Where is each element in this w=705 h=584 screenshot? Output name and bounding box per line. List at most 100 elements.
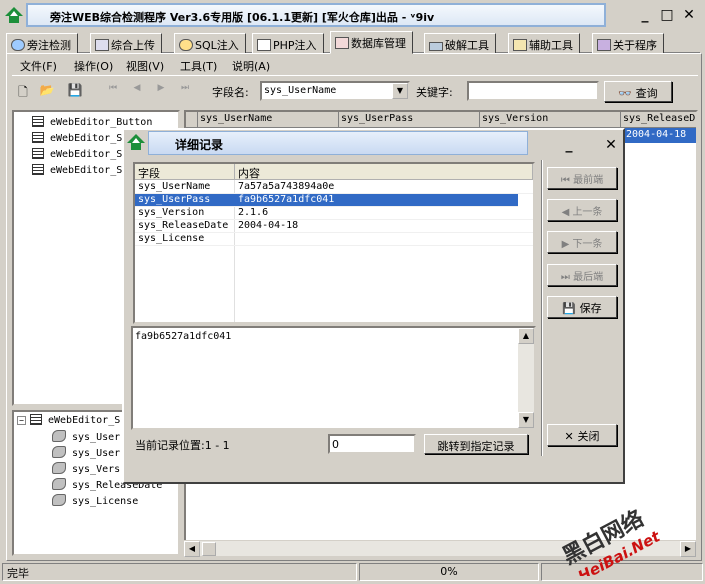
table-icon <box>32 164 44 175</box>
prev-record-button[interactable]: ◀ 上一条 <box>547 199 617 221</box>
collapse-icon[interactable]: − <box>17 416 26 425</box>
next-record-button[interactable]: ▶ 下一条 <box>547 231 617 253</box>
maximize-button[interactable]: □ <box>656 5 678 25</box>
tree-root-item[interactable]: − eWebEditor_S <box>17 414 120 426</box>
prev-record-icon[interactable]: ◀ <box>128 83 146 99</box>
value-memo[interactable]: fa9b6527a1dfc041 <box>131 326 536 430</box>
tree-label: eWebEditor_Button <box>50 117 153 128</box>
table-row[interactable]: sys_UserName 7a57a5a743894a0e <box>135 181 533 194</box>
grid-cell[interactable]: 2004-04-18 <box>624 128 696 143</box>
new-file-icon[interactable]: 🗋 <box>14 83 32 99</box>
button-label: 最前端 <box>573 175 604 186</box>
menu-help[interactable]: 说明(A) <box>232 58 270 74</box>
keyword-input[interactable] <box>467 81 599 101</box>
tab-database-manager[interactable]: 数据库管理 <box>330 31 413 54</box>
binoculars-icon: 👓 <box>618 87 633 100</box>
keyword-label: 关键字: <box>416 86 453 99</box>
menu-tools[interactable]: 工具(T) <box>180 58 217 74</box>
grid-row-indicator <box>186 112 198 128</box>
tree-table-item[interactable]: eWebEditor_S <box>32 164 122 176</box>
menu-file[interactable]: 文件(F) <box>20 58 57 74</box>
main-tabs: 旁注检测 综合上传 SQL注入 PHP注入 数据库管理 破解工具 辅助工具 关于… <box>6 31 700 54</box>
dialog-minimize-button[interactable]: _ <box>558 135 580 155</box>
table-icon <box>32 132 44 143</box>
first-record-button[interactable]: ⏮ 最前端 <box>547 167 617 189</box>
tree-field-item[interactable]: sys_Vers <box>52 462 120 475</box>
database-icon <box>335 37 349 49</box>
heibai-watermark-logo: 黑白网络 HeiBai.Net <box>558 506 663 576</box>
row-field: sys_UserPass <box>138 194 211 205</box>
scroll-down-icon[interactable]: ▼ <box>518 412 534 428</box>
dialog-close-button[interactable]: ✕ <box>600 135 622 155</box>
save-button[interactable]: 💾 保存 <box>547 296 617 318</box>
jump-record-input[interactable]: 0 <box>328 434 416 454</box>
field-icon <box>52 430 66 442</box>
button-label: 下一条 <box>572 239 603 250</box>
query-button[interactable]: 👓 查询 <box>604 81 672 102</box>
first-record-icon: ⏮ <box>560 175 574 186</box>
scroll-up-icon[interactable]: ▲ <box>518 328 534 344</box>
menu-bar: 文件(F) 操作(O) 视图(V) 工具(T) 说明(A) <box>12 56 698 76</box>
next-record-icon: ▶ <box>561 239 573 250</box>
jump-record-button[interactable]: 跳转到指定记录 <box>424 434 528 454</box>
table-row[interactable]: sys_Version 2.1.6 <box>135 207 533 220</box>
save-disk-icon[interactable]: 💾 <box>66 83 84 99</box>
tree-table-item[interactable]: eWebEditor_Button <box>32 116 152 128</box>
tree-label: sys_User <box>72 432 121 443</box>
row-field: sys_UserName <box>138 181 211 192</box>
memo-scrollbar[interactable]: ▲ ▼ <box>518 328 534 428</box>
tree-table-item[interactable]: eWebEditor_S <box>32 132 122 144</box>
menu-operate[interactable]: 操作(O) <box>74 58 113 74</box>
next-record-icon[interactable]: ▶ <box>152 83 170 99</box>
menu-view[interactable]: 视图(V) <box>126 58 164 74</box>
first-record-icon[interactable]: ⏮ <box>104 83 122 99</box>
tab-label: SQL注入 <box>195 39 239 52</box>
tab-php-injection[interactable]: PHP注入 <box>252 33 324 53</box>
prev-record-icon: ◀ <box>561 207 573 218</box>
grid-column-header[interactable]: sys_ReleaseD <box>621 112 696 128</box>
column-header-field[interactable]: 字段 <box>135 164 235 180</box>
php-page-icon <box>257 39 271 51</box>
globe-search-icon <box>11 39 25 51</box>
table-row[interactable]: sys_License <box>135 233 533 246</box>
grid-column-header[interactable]: sys_UserPass <box>339 112 480 128</box>
button-label: 最后端 <box>573 272 604 283</box>
grid-column-header[interactable]: sys_Version <box>480 112 621 128</box>
app-logo-icon <box>127 134 145 150</box>
scroll-left-icon[interactable]: ◀ <box>184 541 200 557</box>
tab-aux-tools[interactable]: 辅助工具 <box>508 33 580 53</box>
last-record-icon[interactable]: ⏭ <box>176 83 194 99</box>
tab-label: PHP注入 <box>273 39 317 52</box>
tree-field-item[interactable]: sys_License <box>52 494 138 507</box>
tree-field-item[interactable]: sys_User <box>52 430 120 443</box>
field-name-select[interactable]: sys_UserName <box>260 81 410 101</box>
scroll-thumb[interactable] <box>202 542 216 556</box>
clipboard-icon <box>513 39 527 51</box>
button-label: 关闭 <box>577 430 600 443</box>
table-row-selected[interactable]: sys_UserPass fa9b6527a1dfc041 <box>135 194 518 207</box>
open-folder-icon[interactable]: 📂 <box>38 83 56 99</box>
field-icon <box>52 494 66 506</box>
tab-upload[interactable]: 综合上传 <box>90 33 162 53</box>
table-icon <box>32 148 44 159</box>
tree-field-item[interactable]: sys_User <box>52 446 120 459</box>
tree-label: sys_License <box>72 496 139 507</box>
chevron-down-icon[interactable]: ▼ <box>392 83 408 99</box>
tab-about[interactable]: 关于程序 <box>592 33 664 53</box>
tab-crack-tools[interactable]: 破解工具 <box>424 33 496 53</box>
status-progress: 0% <box>359 563 539 581</box>
tab-sql-injection[interactable]: SQL注入 <box>174 33 246 53</box>
close-dialog-button[interactable]: ✕ 关闭 <box>547 424 617 446</box>
tree-table-item[interactable]: eWebEditor_S <box>32 148 122 160</box>
grid-column-header[interactable]: sys_UserName <box>198 112 339 128</box>
button-label: 保存 <box>579 302 602 315</box>
field-icon <box>52 446 66 458</box>
minimize-button[interactable]: _ <box>634 5 656 25</box>
table-row[interactable]: sys_ReleaseDate 2004-04-18 <box>135 220 533 233</box>
dialog-title: 详细记录 <box>148 131 528 155</box>
close-button[interactable]: ✕ <box>678 5 700 25</box>
tab-side-detect[interactable]: 旁注检测 <box>6 33 78 53</box>
last-record-button[interactable]: ⏭ 最后端 <box>547 264 617 286</box>
close-x-icon: ✕ <box>564 430 578 443</box>
column-header-content[interactable]: 内容 <box>235 164 533 180</box>
